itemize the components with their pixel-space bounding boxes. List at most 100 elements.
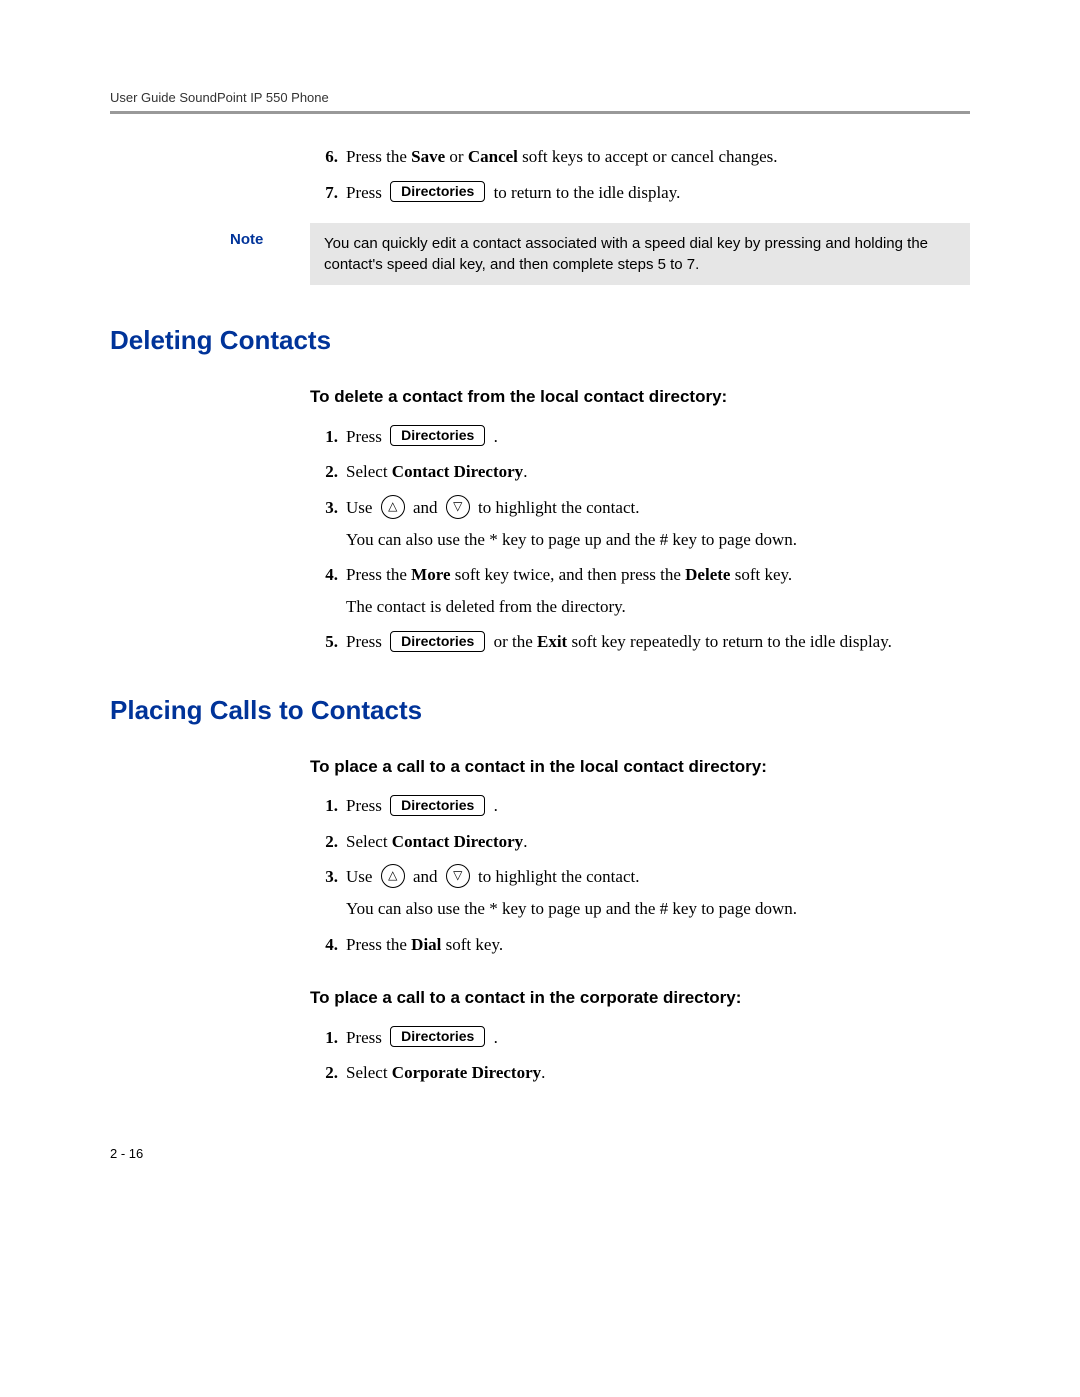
text: Select [346, 462, 392, 481]
text: soft keys to accept or cancel changes. [518, 147, 778, 166]
up-arrow-icon: △ [381, 495, 405, 519]
step-body: Select Contact Directory. [346, 829, 970, 855]
text: . [523, 462, 527, 481]
step-body: Press the More soft key twice, and then … [346, 562, 970, 619]
bold: Delete [685, 565, 730, 584]
delete-step-2: 2. Select Contact Directory. [310, 459, 970, 485]
top-steps-block: 6. Press the Save or Cancel soft keys to… [310, 144, 970, 205]
local-step-2: 2. Select Contact Directory. [310, 829, 970, 855]
text: soft key. [441, 935, 503, 954]
delete-step-1: 1. Press Directories . [310, 424, 970, 450]
step-body: Use △ and ▽ to highlight the contact. Yo… [346, 495, 970, 553]
text: Press [346, 632, 386, 651]
section-title-placing: Placing Calls to Contacts [110, 695, 970, 726]
step-6: 6. Press the Save or Cancel soft keys to… [310, 144, 970, 170]
down-arrow-icon: ▽ [446, 864, 470, 888]
text: or the [489, 632, 537, 651]
task-heading: To place a call to a contact in the corp… [310, 985, 970, 1011]
text: Press [346, 1028, 386, 1047]
text: Press [346, 796, 386, 815]
page-number: 2 - 16 [110, 1146, 970, 1161]
note-row: Note You can quickly edit a contact asso… [230, 223, 970, 285]
text: to highlight the contact. [474, 498, 640, 517]
step-number: 4. [310, 932, 338, 958]
text: You can also use the * key to page up an… [346, 896, 970, 922]
text: soft key repeatedly to return to the idl… [567, 632, 892, 651]
delete-step-3: 3. Use △ and ▽ to highlight the contact.… [310, 495, 970, 553]
bold: Dial [411, 935, 441, 954]
text: Press [346, 427, 386, 446]
text: Press the [346, 935, 411, 954]
directories-button-icon: Directories [390, 795, 485, 816]
text: and [409, 867, 442, 886]
step-number: 2. [310, 1060, 338, 1086]
section-title-deleting: Deleting Contacts [110, 325, 970, 356]
text: . [541, 1063, 545, 1082]
step-body: Press the Save or Cancel soft keys to ac… [346, 144, 970, 170]
local-step-3: 3. Use △ and ▽ to highlight the contact.… [310, 864, 970, 922]
step-number: 1. [310, 793, 338, 819]
step-7: 7. Press Directories to return to the id… [310, 180, 970, 206]
step-body: Press Directories . [346, 424, 970, 450]
text: to highlight the contact. [474, 867, 640, 886]
bold: Save [411, 147, 445, 166]
step-body: Press Directories or the Exit soft key r… [346, 629, 970, 655]
note-box: You can quickly edit a contact associate… [310, 223, 970, 285]
text: You can also use the * key to page up an… [346, 527, 970, 553]
note-label: Note [230, 223, 310, 248]
text: The contact is deleted from the director… [346, 594, 970, 620]
text: Press the [346, 565, 411, 584]
text: . [489, 427, 498, 446]
bold: Contact Directory [392, 462, 523, 481]
step-number: 6. [310, 144, 338, 170]
text: or [445, 147, 468, 166]
step-number: 3. [310, 864, 338, 890]
directories-button-icon: Directories [390, 631, 485, 652]
corp-step-1: 1. Press Directories . [310, 1025, 970, 1051]
step-body: Press Directories to return to the idle … [346, 180, 970, 206]
delete-block: To delete a contact from the local conta… [310, 384, 970, 655]
up-arrow-icon: △ [381, 864, 405, 888]
step-number: 7. [310, 180, 338, 206]
text: Press [346, 183, 386, 202]
text: and [409, 498, 442, 517]
text: soft key. [730, 565, 792, 584]
bold: Cancel [468, 147, 518, 166]
step-number: 5. [310, 629, 338, 655]
corp-step-2: 2. Select Corporate Directory. [310, 1060, 970, 1086]
text: to return to the idle display. [489, 183, 680, 202]
step-body: Press Directories . [346, 793, 970, 819]
bold: Contact Directory [392, 832, 523, 851]
step-number: 4. [310, 562, 338, 588]
step-body: Press the Dial soft key. [346, 932, 970, 958]
step-number: 3. [310, 495, 338, 521]
down-arrow-icon: ▽ [446, 495, 470, 519]
bold: Corporate Directory [392, 1063, 541, 1082]
step-body: Use △ and ▽ to highlight the contact. Yo… [346, 864, 970, 922]
local-step-4: 4. Press the Dial soft key. [310, 932, 970, 958]
local-step-1: 1. Press Directories . [310, 793, 970, 819]
step-body: Select Corporate Directory. [346, 1060, 970, 1086]
step-body: Press Directories . [346, 1025, 970, 1051]
text: . [489, 796, 498, 815]
delete-step-4: 4. Press the More soft key twice, and th… [310, 562, 970, 619]
directories-button-icon: Directories [390, 181, 485, 202]
directories-button-icon: Directories [390, 425, 485, 446]
text: Use [346, 498, 377, 517]
text: . [489, 1028, 498, 1047]
place-local-block: To place a call to a contact in the loca… [310, 754, 970, 1086]
text: Select [346, 1063, 392, 1082]
directories-button-icon: Directories [390, 1026, 485, 1047]
delete-step-5: 5. Press Directories or the Exit soft ke… [310, 629, 970, 655]
bold: Exit [537, 632, 567, 651]
text: . [523, 832, 527, 851]
step-number: 2. [310, 829, 338, 855]
step-body: Select Contact Directory. [346, 459, 970, 485]
step-number: 1. [310, 424, 338, 450]
step-number: 2. [310, 459, 338, 485]
bold: More [411, 565, 450, 584]
task-heading: To delete a contact from the local conta… [310, 384, 970, 410]
task-heading: To place a call to a contact in the loca… [310, 754, 970, 780]
text: Use [346, 867, 377, 886]
text: Select [346, 832, 392, 851]
